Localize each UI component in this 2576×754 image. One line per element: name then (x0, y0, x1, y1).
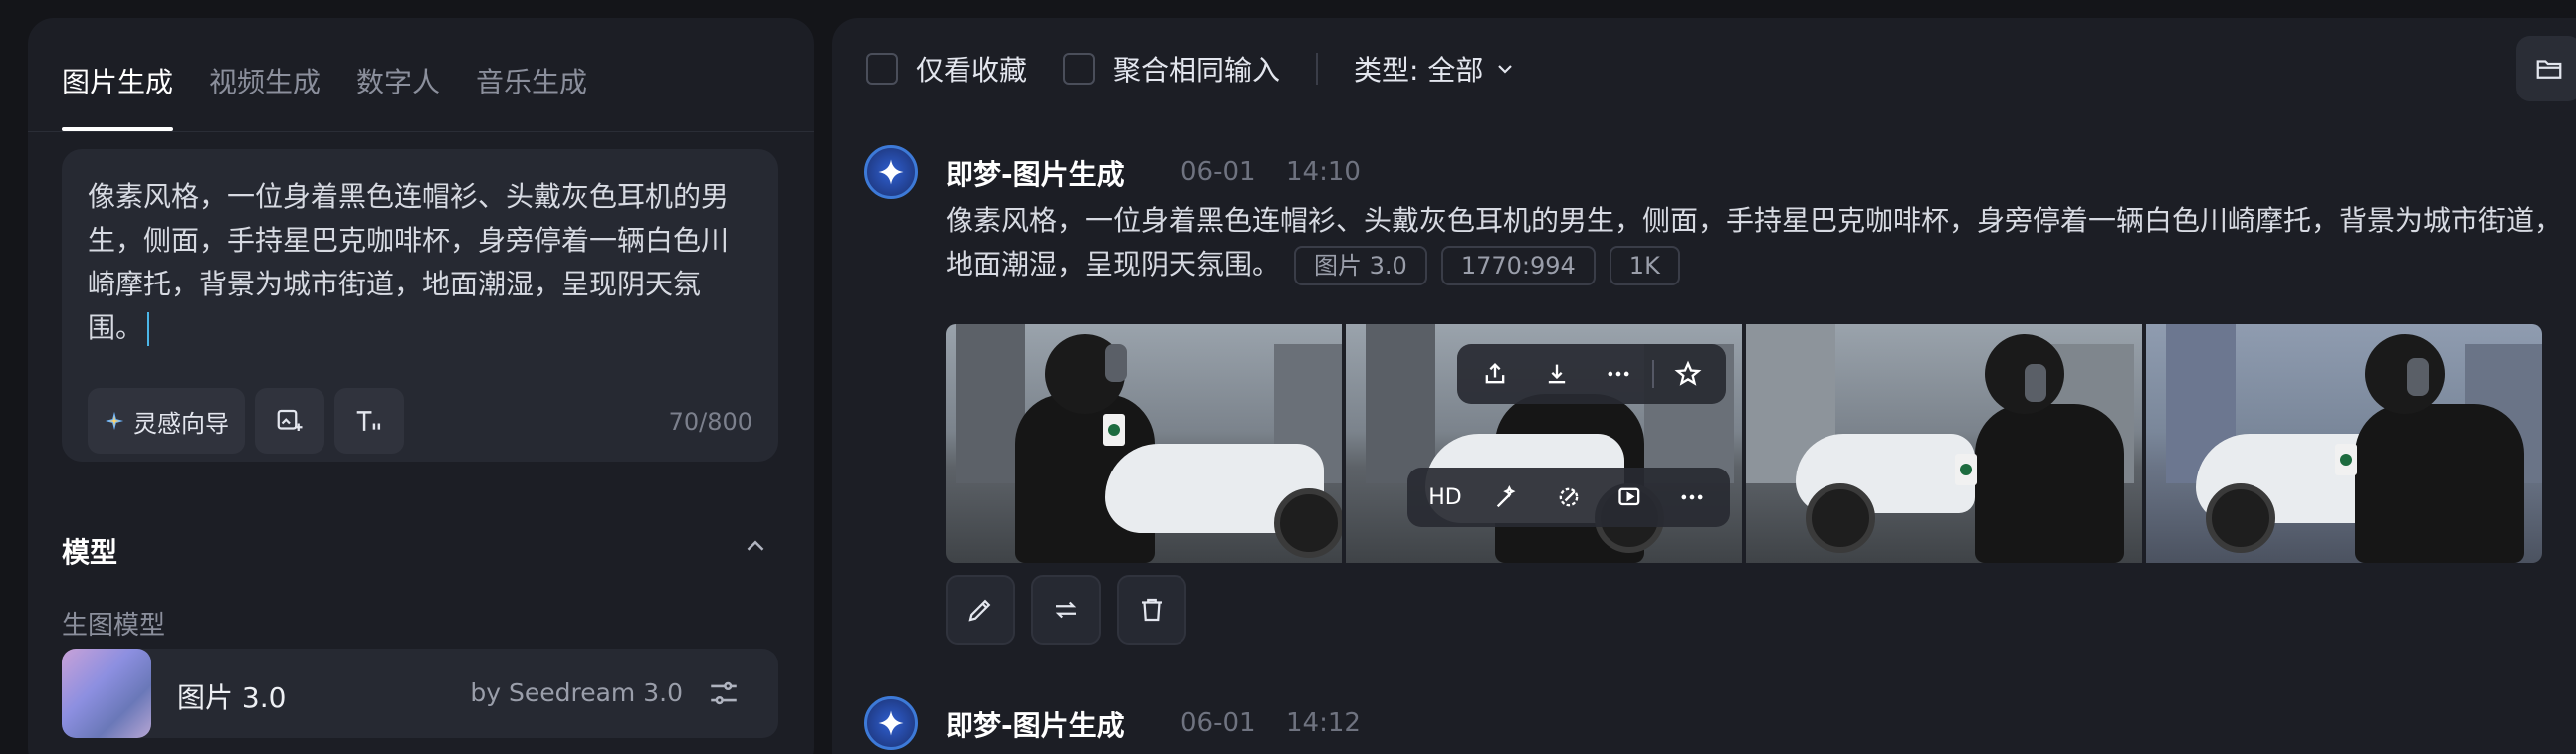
headphones (2025, 364, 2046, 402)
magic-wand-icon[interactable] (1479, 472, 1535, 522)
generated-image-3[interactable] (1746, 324, 2142, 563)
tab-video-generation[interactable]: 视频生成 (209, 48, 321, 131)
person-head (2365, 334, 2445, 414)
video-play-icon[interactable] (1603, 472, 1658, 522)
eraser-icon[interactable] (1541, 472, 1597, 522)
type-filter-dropdown[interactable]: 类型: 全部 (1354, 49, 1517, 89)
headphones (1105, 344, 1127, 382)
favorites-only-checkbox[interactable] (866, 53, 898, 85)
tabs-divider (28, 131, 814, 132)
record-title: 即梦-图片生成 (946, 709, 1125, 742)
delete-icon (1137, 595, 1167, 625)
dreamina-logo-icon (864, 696, 918, 750)
background-building (1366, 324, 1435, 483)
model-tag: 图片 3.0 (1294, 246, 1427, 285)
more-icon[interactable] (1591, 349, 1646, 399)
model-name: 图片 3.0 (177, 681, 287, 714)
image-hover-toolbar-top (1457, 344, 1726, 404)
dreamina-logo-icon (864, 145, 918, 199)
merge-inputs-label[interactable]: 聚合相同输入 (1113, 49, 1280, 89)
favorites-only-label[interactable]: 仅看收藏 (916, 49, 1027, 89)
model-section-title: 模型 (62, 536, 118, 569)
prompt-input[interactable]: 像素风格，一位身着黑色连帽衫、头戴灰色耳机的男生，侧面，手持星巴克咖啡杯，身旁停… (62, 149, 778, 462)
model-provider: by Seedream 3.0 (470, 678, 683, 707)
tab-music-generation[interactable]: 音乐生成 (476, 48, 587, 131)
person-figure (2355, 404, 2524, 563)
delete-button[interactable] (1117, 575, 1186, 645)
prompt-text-wrap[interactable]: 像素风格，一位身着黑色连帽衫、头戴灰色耳机的男生，侧面，手持星巴克咖啡杯，身旁停… (88, 175, 754, 350)
text-caret (147, 312, 150, 346)
generation-tabs: 图片生成 视频生成 数字人 音乐生成 (62, 48, 623, 131)
sparkle-icon (104, 410, 125, 432)
inspiration-guide-button[interactable]: 灵感向导 (88, 388, 245, 454)
record-date: 06-01 (1181, 708, 1256, 738)
coffee-cup (2335, 444, 2357, 475)
coffee-cup (1103, 414, 1125, 446)
resolution-tag: 1K (1609, 246, 1680, 285)
image-hover-toolbar-bottom: HD (1407, 468, 1730, 527)
reference-image-button[interactable] (255, 388, 324, 454)
filter-bar: 仅看收藏 聚合相同输入 类型: 全部 (866, 44, 1517, 94)
chevron-down-icon (1493, 57, 1517, 81)
left-panel: 图片生成 视频生成 数字人 音乐生成 像素风格，一位身着黑色连帽衫、头戴灰色耳机… (28, 18, 814, 754)
sliders-icon[interactable] (707, 676, 741, 710)
generated-image-4[interactable] (2146, 324, 2542, 563)
generated-image-1[interactable] (946, 324, 1342, 563)
model-subtitle: 生图模型 (62, 611, 166, 641)
text-format-icon (353, 406, 385, 436)
coffee-cup (1955, 454, 1977, 485)
text-style-button[interactable] (334, 388, 404, 454)
ratio-tag: 1770:994 (1440, 246, 1596, 285)
record-time: 14:12 (1286, 708, 1361, 738)
person-figure (1975, 404, 2124, 563)
merge-inputs-checkbox[interactable] (1063, 53, 1096, 85)
inspiration-guide-label: 灵感向导 (133, 409, 229, 438)
image-add-icon (275, 406, 305, 436)
edit-button[interactable] (946, 575, 1015, 645)
char-count: 70/800 (668, 408, 752, 436)
record-date: 06-01 (1181, 157, 1256, 187)
more-icon[interactable] (1664, 472, 1720, 522)
toolbar-divider (1652, 360, 1654, 388)
tab-digital-human[interactable]: 数字人 (356, 48, 440, 131)
regenerate-button[interactable] (1031, 575, 1101, 645)
prompt-text[interactable]: 像素风格，一位身着黑色连帽衫、头戴灰色耳机的男生，侧面，手持星巴克咖啡杯，身旁停… (88, 180, 729, 344)
edit-icon (966, 595, 995, 625)
tab-image-generation[interactable]: 图片生成 (62, 48, 174, 131)
right-panel: 仅看收藏 聚合相同输入 类型: 全部 即梦-图片生成 06-01 14:10 像… (832, 18, 2576, 754)
model-thumbnail (62, 649, 151, 738)
record-time: 14:10 (1286, 157, 1361, 187)
motorcycle-wheel (2206, 483, 2275, 553)
share-icon[interactable] (1467, 349, 1523, 399)
star-icon[interactable] (1660, 349, 1716, 399)
generated-images (946, 324, 2542, 563)
motorcycle-wheel (1806, 483, 1875, 553)
headphones (2407, 358, 2429, 396)
folder-icon (2534, 54, 2564, 84)
download-icon[interactable] (1529, 349, 1585, 399)
record-prompt-text: 像素风格，一位身着黑色连帽衫、头戴灰色耳机的男生，侧面，手持星巴克咖啡杯，身旁停… (946, 204, 2563, 281)
record-prompt[interactable]: 像素风格，一位身着黑色连帽衫、头戴灰色耳机的男生，侧面，手持星巴克咖啡杯，身旁停… (946, 199, 2576, 286)
generation-record: 即梦-图片生成 06-01 14:12 (864, 696, 2576, 754)
folder-button[interactable] (2516, 36, 2576, 101)
filter-divider (1316, 53, 1319, 85)
model-selector[interactable]: 图片 3.0 by Seedream 3.0 (62, 649, 778, 738)
prompt-toolbar: 灵感向导 (88, 388, 404, 454)
chevron-up-icon[interactable] (741, 531, 770, 561)
hd-upscale-button[interactable]: HD (1417, 472, 1473, 522)
record-actions (946, 575, 1186, 645)
type-filter-label: 类型: 全部 (1354, 54, 1484, 87)
record-title: 即梦-图片生成 (946, 158, 1125, 191)
motorcycle-wheel (1274, 488, 1342, 558)
regenerate-icon (1051, 595, 1081, 625)
